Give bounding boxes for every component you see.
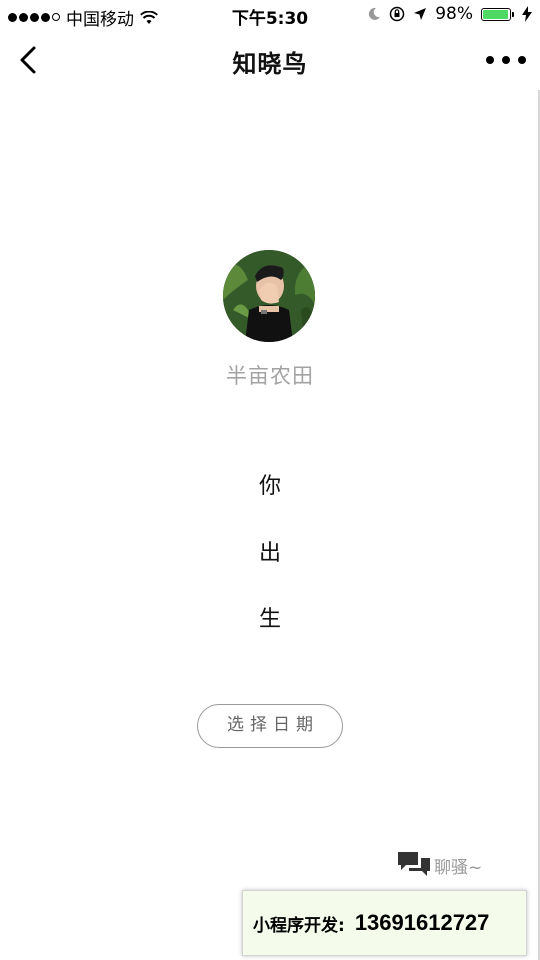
- more-dot-icon: [502, 56, 510, 64]
- avatar: [223, 250, 315, 342]
- more-options-button[interactable]: [486, 50, 526, 70]
- prompt-char-1: 你: [258, 474, 281, 499]
- rotation-lock-icon: [389, 6, 405, 22]
- more-dot-icon: [486, 56, 494, 64]
- more-dot-icon: [518, 56, 526, 64]
- promo-phone: 13691612727: [354, 910, 490, 935]
- status-right: 98%: [367, 4, 532, 24]
- prompt-char-2: 出: [258, 541, 281, 566]
- avatar-photo: [223, 250, 315, 342]
- battery-icon: [481, 7, 514, 21]
- prompt-char-3: 生: [258, 607, 281, 632]
- status-bar: 中国移动 下午5:30 98%: [0, 0, 540, 30]
- navigation-bar: 知晓鸟: [0, 30, 540, 90]
- location-arrow-icon: [414, 8, 427, 20]
- chat-bubbles-icon: [398, 852, 430, 876]
- select-date-button[interactable]: 选择日期: [197, 704, 343, 748]
- username: 半亩农田: [226, 364, 314, 388]
- moon-icon: [369, 7, 381, 20]
- charging-bolt-icon: [522, 6, 532, 22]
- promo-banner[interactable]: 小程序开发: 13691612727: [242, 890, 527, 956]
- chat-link[interactable]: 聊骚~: [398, 852, 483, 878]
- chat-label: 聊骚~: [434, 858, 483, 878]
- page-title: 知晓鸟: [232, 50, 308, 78]
- promo-label: 小程序开发:: [253, 915, 345, 936]
- battery-percent: 98%: [435, 4, 473, 24]
